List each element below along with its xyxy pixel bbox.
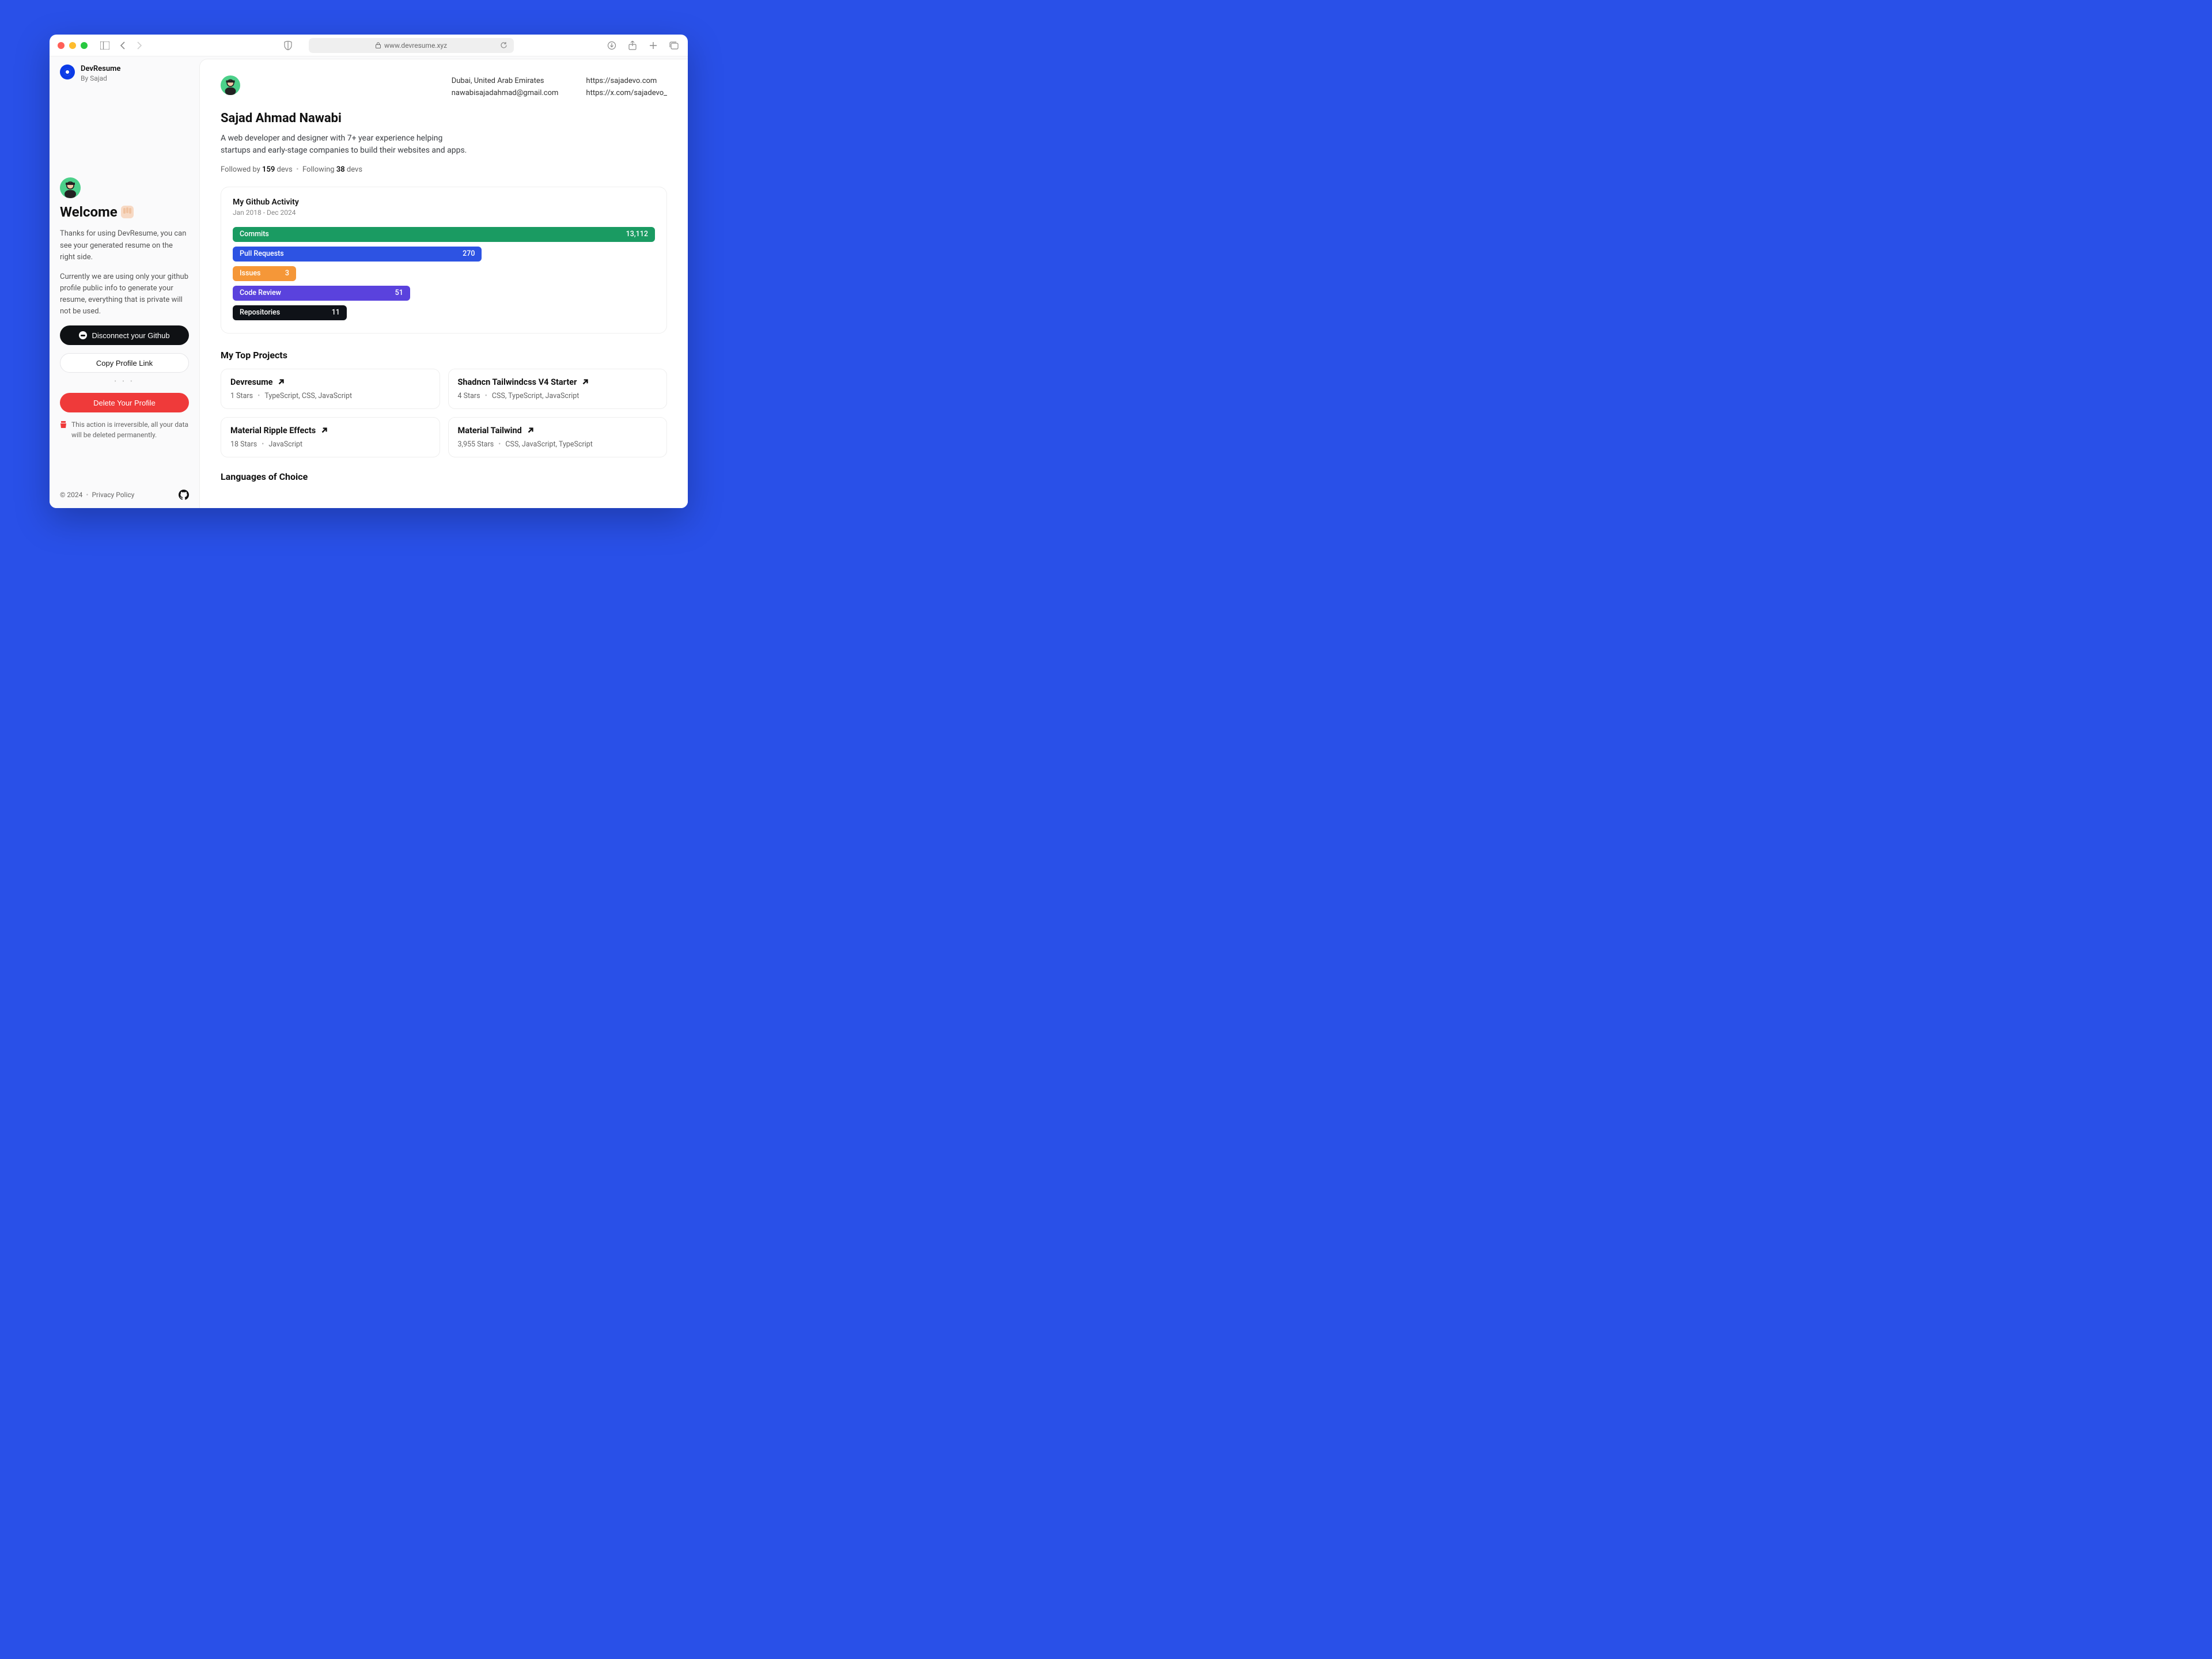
external-link-icon (527, 426, 535, 434)
sidebar-footer: © 2024 • Privacy Policy (60, 490, 189, 500)
browser-window: www.devresume.xyz DevRe (50, 35, 688, 508)
languages-title: Languages of Choice (221, 471, 667, 482)
followers-count: 159 (262, 165, 275, 174)
external-link-icon (320, 426, 328, 434)
project-stars: 1 Stars (230, 392, 253, 400)
lock-icon (376, 42, 381, 48)
repositories-bar: Repositories 11 (233, 305, 347, 320)
brand-byline: By Sajad (81, 74, 120, 84)
minimize-window-button[interactable] (69, 42, 76, 49)
titlebar: www.devresume.xyz (50, 35, 688, 56)
forward-button[interactable] (134, 40, 145, 51)
traffic-lights (58, 42, 88, 49)
location: Dubai, United Arab Emirates (452, 75, 559, 88)
warning-icon (60, 421, 67, 440)
profile-avatar (221, 75, 240, 95)
sidebar-intro-1: Thanks for using DevResume, you can see … (60, 228, 189, 263)
welcome-text: Welcome (60, 204, 118, 220)
github-icon (79, 331, 87, 339)
brand-logo (60, 65, 75, 79)
project-langs: CSS, JavaScript, TypeScript (505, 440, 593, 449)
delete-label: Delete Your Profile (93, 399, 156, 407)
copy-label: Copy Profile Link (96, 359, 153, 368)
project-name: Material Ripple Effects (230, 426, 316, 435)
brand: DevResume By Sajad (60, 65, 189, 83)
privacy-shield-icon[interactable] (282, 40, 294, 51)
maximize-window-button[interactable] (81, 42, 88, 49)
copyright: © 2024 (60, 491, 82, 499)
top-projects-title: My Top Projects (221, 350, 667, 361)
pull-requests-bar: Pull Requests 270 (233, 247, 482, 262)
project-stars: 3,955 Stars (458, 440, 494, 449)
code-review-bar: Code Review 51 (233, 286, 410, 301)
url-bar[interactable]: www.devresume.xyz (309, 38, 514, 53)
sidebar-avatar (60, 177, 81, 198)
resume-panel: Dubai, United Arab Emirates nawabisajada… (199, 59, 688, 508)
share-icon[interactable] (627, 40, 638, 51)
website-link[interactable]: https://sajadevo.com (586, 75, 667, 88)
issues-bar: Issues 3 (233, 266, 296, 281)
privacy-policy-link[interactable]: Privacy Policy (92, 491, 134, 499)
project-card[interactable]: Shadncn Tailwindcss V4 Starter 4 Stars •… (448, 369, 668, 409)
welcome-heading: Welcome (60, 204, 189, 220)
warning-text: This action is irreversible, all your da… (71, 419, 189, 440)
project-card[interactable]: Devresume 1 Stars • TypeScript, CSS, Jav… (221, 369, 440, 409)
activity-date-range: Jan 2018 - Dec 2024 (233, 209, 655, 217)
external-link-icon (581, 378, 589, 386)
email[interactable]: nawabisajadahmad@gmail.com (452, 88, 559, 100)
disconnect-github-button[interactable]: Disconnect your Github (60, 325, 189, 345)
wave-emoji (121, 206, 134, 218)
profile-bio: A web developer and designer with 7+ yea… (221, 132, 468, 157)
github-link-icon[interactable] (179, 490, 189, 500)
project-name: Devresume (230, 377, 272, 387)
reload-icon[interactable] (498, 40, 509, 51)
project-stars: 4 Stars (458, 392, 480, 400)
project-langs: JavaScript (268, 440, 302, 449)
projects-grid: Devresume 1 Stars • TypeScript, CSS, Jav… (221, 369, 667, 457)
downloads-icon[interactable] (606, 40, 618, 51)
profile-name: Sajad Ahmad Nawabi (221, 111, 667, 126)
sidebar: DevResume By Sajad Welcome Thanks for us… (50, 56, 199, 508)
delete-warning: This action is irreversible, all your da… (60, 419, 189, 440)
following-count: 38 (336, 165, 345, 174)
project-name: Material Tailwind (458, 426, 522, 435)
separator-dots: • • • (60, 378, 189, 385)
project-langs: CSS, TypeScript, JavaScript (492, 392, 579, 400)
project-stars: 18 Stars (230, 440, 257, 449)
tabs-overview-icon[interactable] (668, 40, 680, 51)
sidebar-toggle-icon[interactable] (99, 40, 111, 51)
project-langs: TypeScript, CSS, JavaScript (264, 392, 352, 400)
sidebar-intro-2: Currently we are using only your github … (60, 271, 189, 318)
url-text: www.devresume.xyz (384, 41, 447, 50)
follow-stats: Followed by 159 devs • Following 38 devs (221, 165, 667, 174)
contact-info: Dubai, United Arab Emirates nawabisajada… (452, 75, 667, 100)
project-card[interactable]: Material Ripple Effects 18 Stars • JavaS… (221, 417, 440, 457)
activity-bars: Commits 13,112 Pull Requests 270 Issues … (233, 227, 655, 320)
external-link-icon (277, 378, 285, 386)
delete-profile-button[interactable]: Delete Your Profile (60, 393, 189, 412)
project-card[interactable]: Material Tailwind 3,955 Stars • CSS, Jav… (448, 417, 668, 457)
close-window-button[interactable] (58, 42, 65, 49)
commits-bar: Commits 13,112 (233, 227, 655, 242)
brand-name: DevResume (81, 65, 120, 74)
github-activity-card: My Github Activity Jan 2018 - Dec 2024 C… (221, 187, 667, 334)
project-name: Shadncn Tailwindcss V4 Starter (458, 377, 577, 387)
new-tab-icon[interactable] (647, 40, 659, 51)
twitter-link[interactable]: https://x.com/sajadevo_ (586, 88, 667, 100)
back-button[interactable] (116, 40, 128, 51)
disconnect-label: Disconnect your Github (92, 331, 169, 340)
copy-profile-link-button[interactable]: Copy Profile Link (60, 353, 189, 373)
activity-title: My Github Activity (233, 198, 655, 207)
